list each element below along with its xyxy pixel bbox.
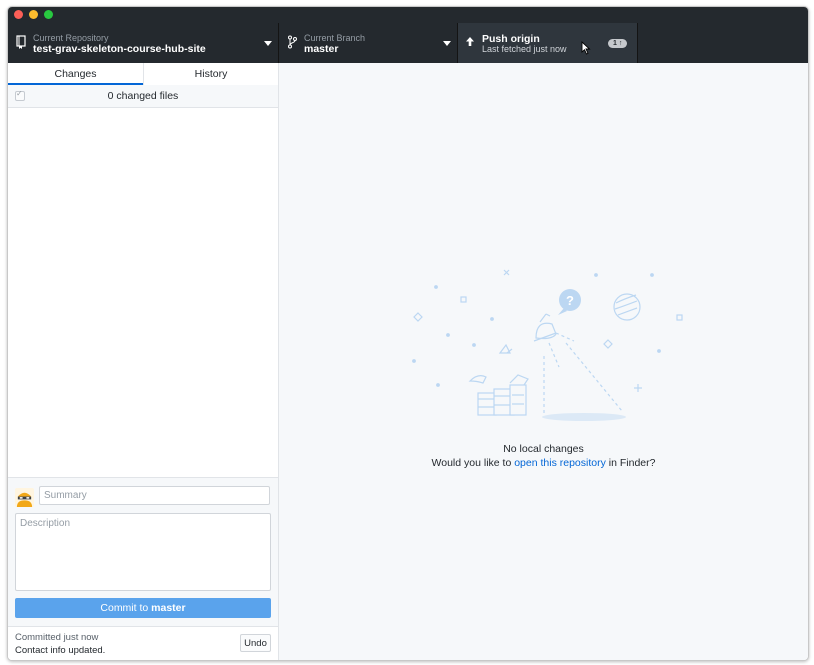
changes-list-header: 0 changed files [8,85,278,108]
sidebar-tabs: Changes History [8,63,278,86]
current-branch-label: Current Branch [304,33,366,43]
undo-button[interactable]: Undo [240,634,271,652]
changed-files-count: 0 changed files [107,90,179,102]
mouse-cursor-icon [581,41,591,55]
prompt-text-after: in Finder? [605,457,656,469]
toolbar: Current Repository test-grav-skeleton-co… [8,23,808,63]
arrow-up-icon [466,37,474,46]
undo-commit-bar: Committed just now Contact info updated.… [8,626,278,660]
commit-button-label: Commit to [100,602,149,614]
open-repository-prompt: Would you like to open this repository i… [279,457,808,469]
commit-form: Commit to master [8,477,278,627]
current-branch-dropdown[interactable]: Current Branch master [279,23,458,63]
open-repository-link[interactable]: open this repository [514,457,606,469]
repo-icon [16,35,26,49]
tab-changes[interactable]: Changes [8,63,143,85]
chevron-down-icon [443,41,451,46]
no-local-changes-title: No local changes [503,443,584,455]
ahead-count-badge: 1 ↑ [608,39,628,48]
title-bar [8,7,808,23]
current-repository-dropdown[interactable]: Current Repository test-grav-skeleton-co… [8,23,279,63]
minimize-window-button[interactable] [29,10,38,19]
commit-description-input[interactable] [15,513,271,591]
toolbar-empty-space [638,23,808,63]
commit-time: Committed just now [15,632,99,643]
zoom-window-button[interactable] [44,10,53,19]
svg-text:?: ? [566,293,574,308]
current-repository-name: test-grav-skeleton-course-hub-site [33,43,206,55]
chevron-down-icon [264,41,272,46]
prompt-text-before: Would you like to [431,457,515,469]
current-branch-name: master [304,43,339,55]
close-window-button[interactable] [14,10,23,19]
select-all-checkbox[interactable] [15,89,25,101]
branch-icon [288,35,297,49]
commit-button[interactable]: Commit to master [15,598,271,618]
user-avatar [15,488,34,507]
current-repository-label: Current Repository [33,33,109,43]
sidebar: Changes History 0 changed files Commit t… [8,63,279,660]
main-panel: ? No local changes Would you like to ope… [279,63,808,660]
last-fetched-status: Last fetched just now [482,44,567,54]
app-window: Current Repository test-grav-skeleton-co… [7,6,809,661]
tab-history[interactable]: History [143,63,278,85]
push-origin-button[interactable]: Push origin Last fetched just now 1 ↑ [458,23,638,63]
no-changes-illustration: ? [412,269,683,421]
commit-button-branch: master [151,602,186,614]
commit-summary-input[interactable] [39,486,270,505]
commit-message: Contact info updated. [15,645,106,656]
